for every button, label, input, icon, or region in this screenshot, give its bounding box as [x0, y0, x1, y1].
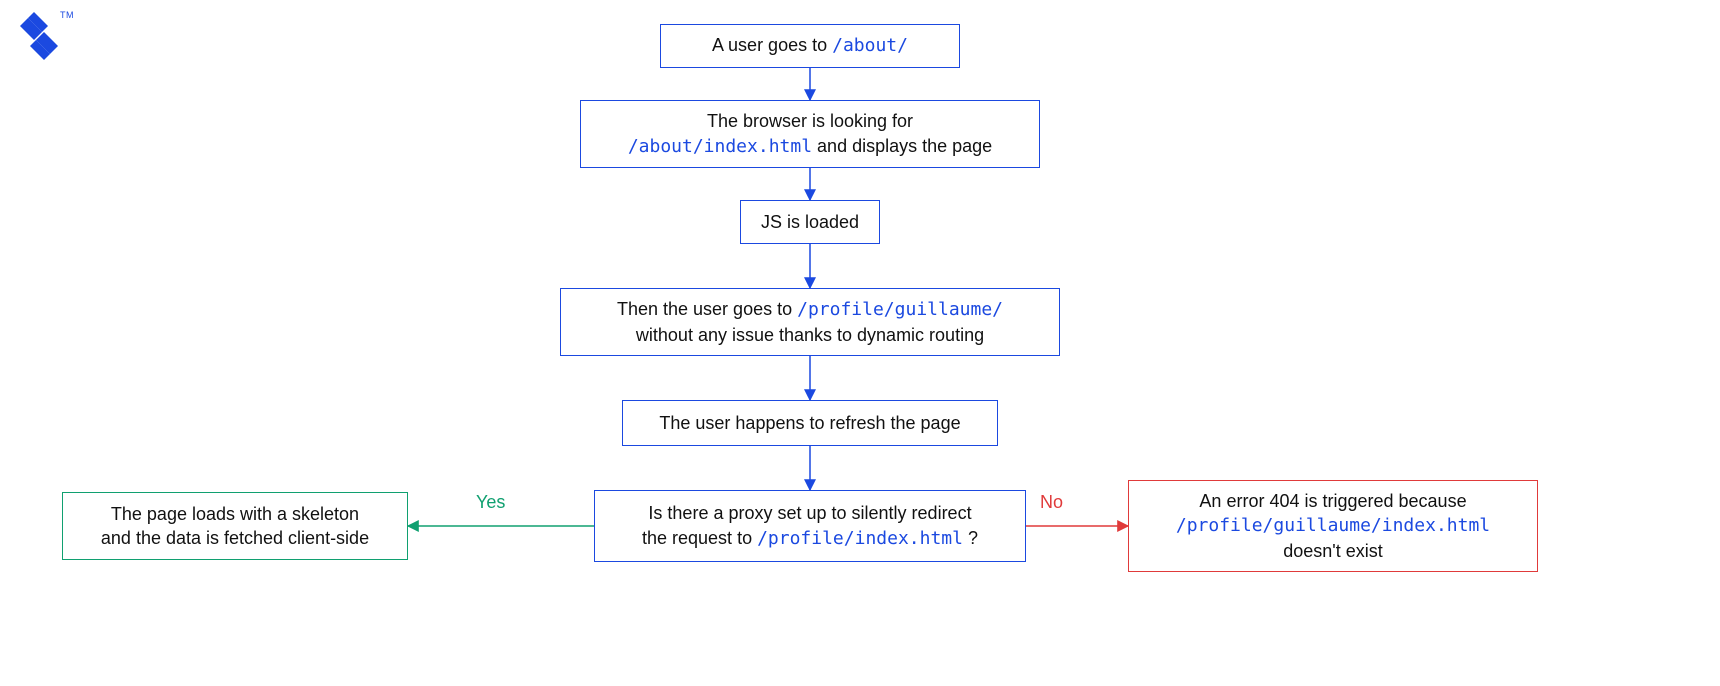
- n6-line2-code: /profile/index.html: [757, 528, 963, 549]
- n6-line2-post: ?: [963, 528, 978, 548]
- n2-line1: The browser is looking for: [707, 111, 913, 131]
- node-user-navigates-profile: Then the user goes to /profile/guillaume…: [560, 288, 1060, 356]
- n6-line2-pre: the request to: [642, 528, 757, 548]
- edge-label-no: No: [1040, 492, 1063, 513]
- nNo-line3: doesn't exist: [1283, 541, 1383, 561]
- n2-line2-post: and displays the page: [812, 136, 992, 156]
- n1-code: /about/: [832, 35, 908, 56]
- n5-text: The user happens to refresh the page: [659, 411, 960, 435]
- n4-line1-pre: Then the user goes to: [617, 299, 797, 319]
- n4-line2: without any issue thanks to dynamic rout…: [636, 325, 984, 345]
- n4-line1-code: /profile/guillaume/: [797, 299, 1003, 320]
- nYes-line1: The page loads with a skeleton: [111, 504, 359, 524]
- nNo-line2-code: /profile/guillaume/index.html: [1176, 515, 1490, 536]
- logo-tm: TM: [60, 10, 74, 20]
- edge-label-yes: Yes: [476, 492, 505, 513]
- node-browser-looks-for-index: The browser is looking for /about/index.…: [580, 100, 1040, 168]
- diagram-canvas: TM Yes No A user goes to /about/: [0, 0, 1720, 686]
- nNo-line1: An error 404 is triggered because: [1199, 491, 1466, 511]
- nYes-line2: and the data is fetched client-side: [101, 528, 369, 548]
- node-js-loaded: JS is loaded: [740, 200, 880, 244]
- node-yes-skeleton-load: The page loads with a skeleton and the d…: [62, 492, 408, 560]
- node-user-goes-to-about: A user goes to /about/: [660, 24, 960, 68]
- node-user-refreshes: The user happens to refresh the page: [622, 400, 998, 446]
- n2-code: /about/index.html: [628, 136, 812, 157]
- n1-pre: A user goes to: [712, 35, 832, 55]
- node-proxy-question: Is there a proxy set up to silently redi…: [594, 490, 1026, 562]
- toptal-logo: [20, 12, 58, 60]
- n6-line1: Is there a proxy set up to silently redi…: [648, 503, 971, 523]
- n3-text: JS is loaded: [761, 210, 859, 234]
- node-no-error-404: An error 404 is triggered because /profi…: [1128, 480, 1538, 572]
